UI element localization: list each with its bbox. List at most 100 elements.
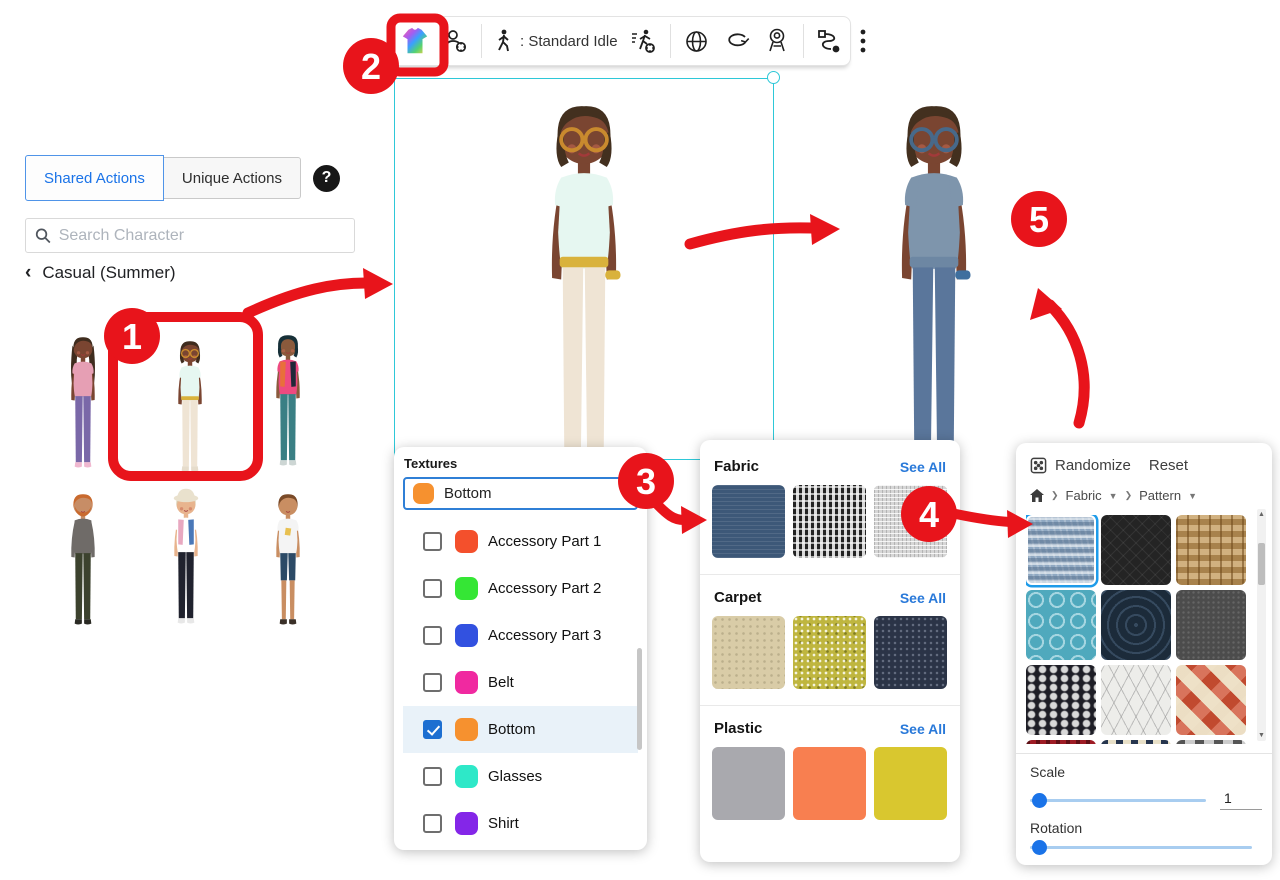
texture-part-dropdown[interactable]: Bottom [403,477,638,510]
rotate-arrow-icon [723,29,751,53]
tab-shared-actions[interactable]: Shared Actions [25,155,164,201]
pattern-white-diamond[interactable] [1101,665,1171,735]
tab-label: Unique Actions [182,170,282,187]
swatch-plastic-yellow[interactable] [874,747,947,820]
scale-label: Scale [1030,764,1262,780]
pattern-navy-rose[interactable] [1101,590,1171,660]
list-item-shirt[interactable]: Shirt [403,800,638,847]
scrollbar-thumb[interactable] [1258,543,1265,585]
character-thumb-4[interactable] [54,487,112,627]
item-label: Accessory Part 3 [488,627,601,644]
pattern-red-plaid[interactable] [1026,740,1096,744]
more-options-button[interactable] [850,21,876,61]
swatch-gray-mesh[interactable] [874,485,947,558]
list-item-belt[interactable]: Belt [403,659,638,706]
character-toolbar: : Standard Idle [388,16,851,66]
scale-slider-track[interactable] [1030,799,1206,802]
swatch-chartreuse-glitter[interactable] [793,616,866,689]
rotation-label: Rotation [1030,820,1262,836]
help-button[interactable]: ? [313,165,340,192]
character-magnifier-icon [764,27,790,55]
step-number: 1 [122,316,142,357]
see-all-fabric-link[interactable]: See All [900,459,946,475]
canvas-character-before[interactable] [508,82,660,474]
checkbox[interactable] [423,626,442,645]
checkbox[interactable] [423,532,442,551]
checkbox[interactable] [423,720,442,739]
scroll-up-arrow[interactable]: ▲ [1258,511,1265,518]
character-thumb-5[interactable] [157,486,215,626]
current-action-label[interactable]: : Standard Idle [520,33,618,50]
scale-slider-thumb[interactable] [1032,793,1047,808]
randomize-button[interactable]: Randomize [1055,457,1131,474]
walk-action-button[interactable] [488,21,518,61]
search-character-input[interactable] [59,227,345,245]
scale-value-input[interactable]: 1 [1220,790,1262,810]
arrowhead [1030,288,1062,320]
swatch-beige-speckle[interactable] [712,616,785,689]
breadcrumb-fabric[interactable]: Fabric [1066,488,1102,503]
reset-button[interactable]: Reset [1149,457,1188,474]
list-item-accessory-part-2[interactable]: Accessory Part 2 [403,565,638,612]
pattern-scrollbar[interactable]: ▲ ▼ [1257,509,1266,741]
pattern-tan-leaf[interactable] [1176,515,1246,585]
texture-part-list: Accessory Part 1 Accessory Part 2 Access… [403,518,638,847]
back-chevron-icon[interactable]: ‹ [25,262,31,284]
pattern-red-argyle[interactable] [1176,665,1246,735]
breadcrumb-separator: ❯ [1051,490,1059,501]
chevron-down-icon[interactable]: ▼ [1109,491,1118,501]
run-motion-button[interactable] [624,21,664,61]
pattern-scale-mesh[interactable] [1026,665,1096,735]
list-item-glasses[interactable]: Glasses [403,753,638,800]
swatch-plastic-gray[interactable] [712,747,785,820]
home-icon[interactable] [1030,489,1044,502]
character-thumb-1[interactable] [54,330,112,470]
motion-path-button[interactable] [810,21,850,61]
swatch-denim-blue[interactable] [712,485,785,558]
scrollbar-thumb[interactable] [637,648,642,750]
rotate-button[interactable] [717,21,757,61]
character-thumb-2-selected[interactable] [161,334,219,474]
section-title-fabric: Fabric [714,458,759,475]
item-label: Glasses [488,768,542,785]
pattern-dark-concrete[interactable] [1176,590,1246,660]
color-chip [455,671,478,694]
zoom-character-button[interactable] [757,21,797,61]
rotation-slider-track[interactable] [1030,846,1252,849]
see-all-plastic-link[interactable]: See All [900,721,946,737]
pattern-black-quilt[interactable] [1101,515,1171,585]
step-number: 5 [1029,199,1049,240]
chevron-down-icon[interactable]: ▼ [1188,491,1197,501]
rotation-slider-thumb[interactable] [1032,840,1047,855]
pattern-teal-lattice[interactable] [1026,590,1096,660]
scroll-down-arrow[interactable]: ▼ [1258,732,1265,739]
checkbox[interactable] [423,767,442,786]
toolbar-divider [670,24,671,58]
category-row[interactable]: ‹ Casual (Summer) [25,262,176,284]
list-item-accessory-part-1[interactable]: Accessory Part 1 [403,518,638,565]
list-item-bottom[interactable]: Bottom [403,706,638,753]
checkbox[interactable] [423,579,442,598]
swatch-plastic-orange[interactable] [793,747,866,820]
swatch-navy-speckle[interactable] [874,616,947,689]
list-item-accessory-part-3[interactable]: Accessory Part 3 [403,612,638,659]
checkbox[interactable] [423,673,442,692]
tab-unique-actions[interactable]: Unique Actions [164,157,301,199]
running-person-gear-icon [630,28,658,54]
pattern-aztec-triangle[interactable] [1101,740,1171,744]
checkbox[interactable] [423,814,442,833]
pattern-blue-knit-selected[interactable] [1026,515,1096,585]
see-all-carpet-link[interactable]: See All [900,590,946,606]
character-swap-button[interactable] [435,21,475,61]
search-icon [35,227,51,244]
character-thumb-3[interactable] [259,328,317,468]
swatch-black-white-weave[interactable] [793,485,866,558]
breadcrumb-pattern[interactable]: Pattern [1139,488,1181,503]
texture-shirt-button[interactable] [395,21,435,61]
selection-handle[interactable] [767,71,780,84]
character-thumb-6[interactable] [259,487,317,627]
orbit-globe-button[interactable] [677,21,717,61]
step1-arrow [248,283,366,313]
category-label: Casual (Summer) [42,263,175,283]
pattern-gray-scallop[interactable] [1176,740,1246,744]
